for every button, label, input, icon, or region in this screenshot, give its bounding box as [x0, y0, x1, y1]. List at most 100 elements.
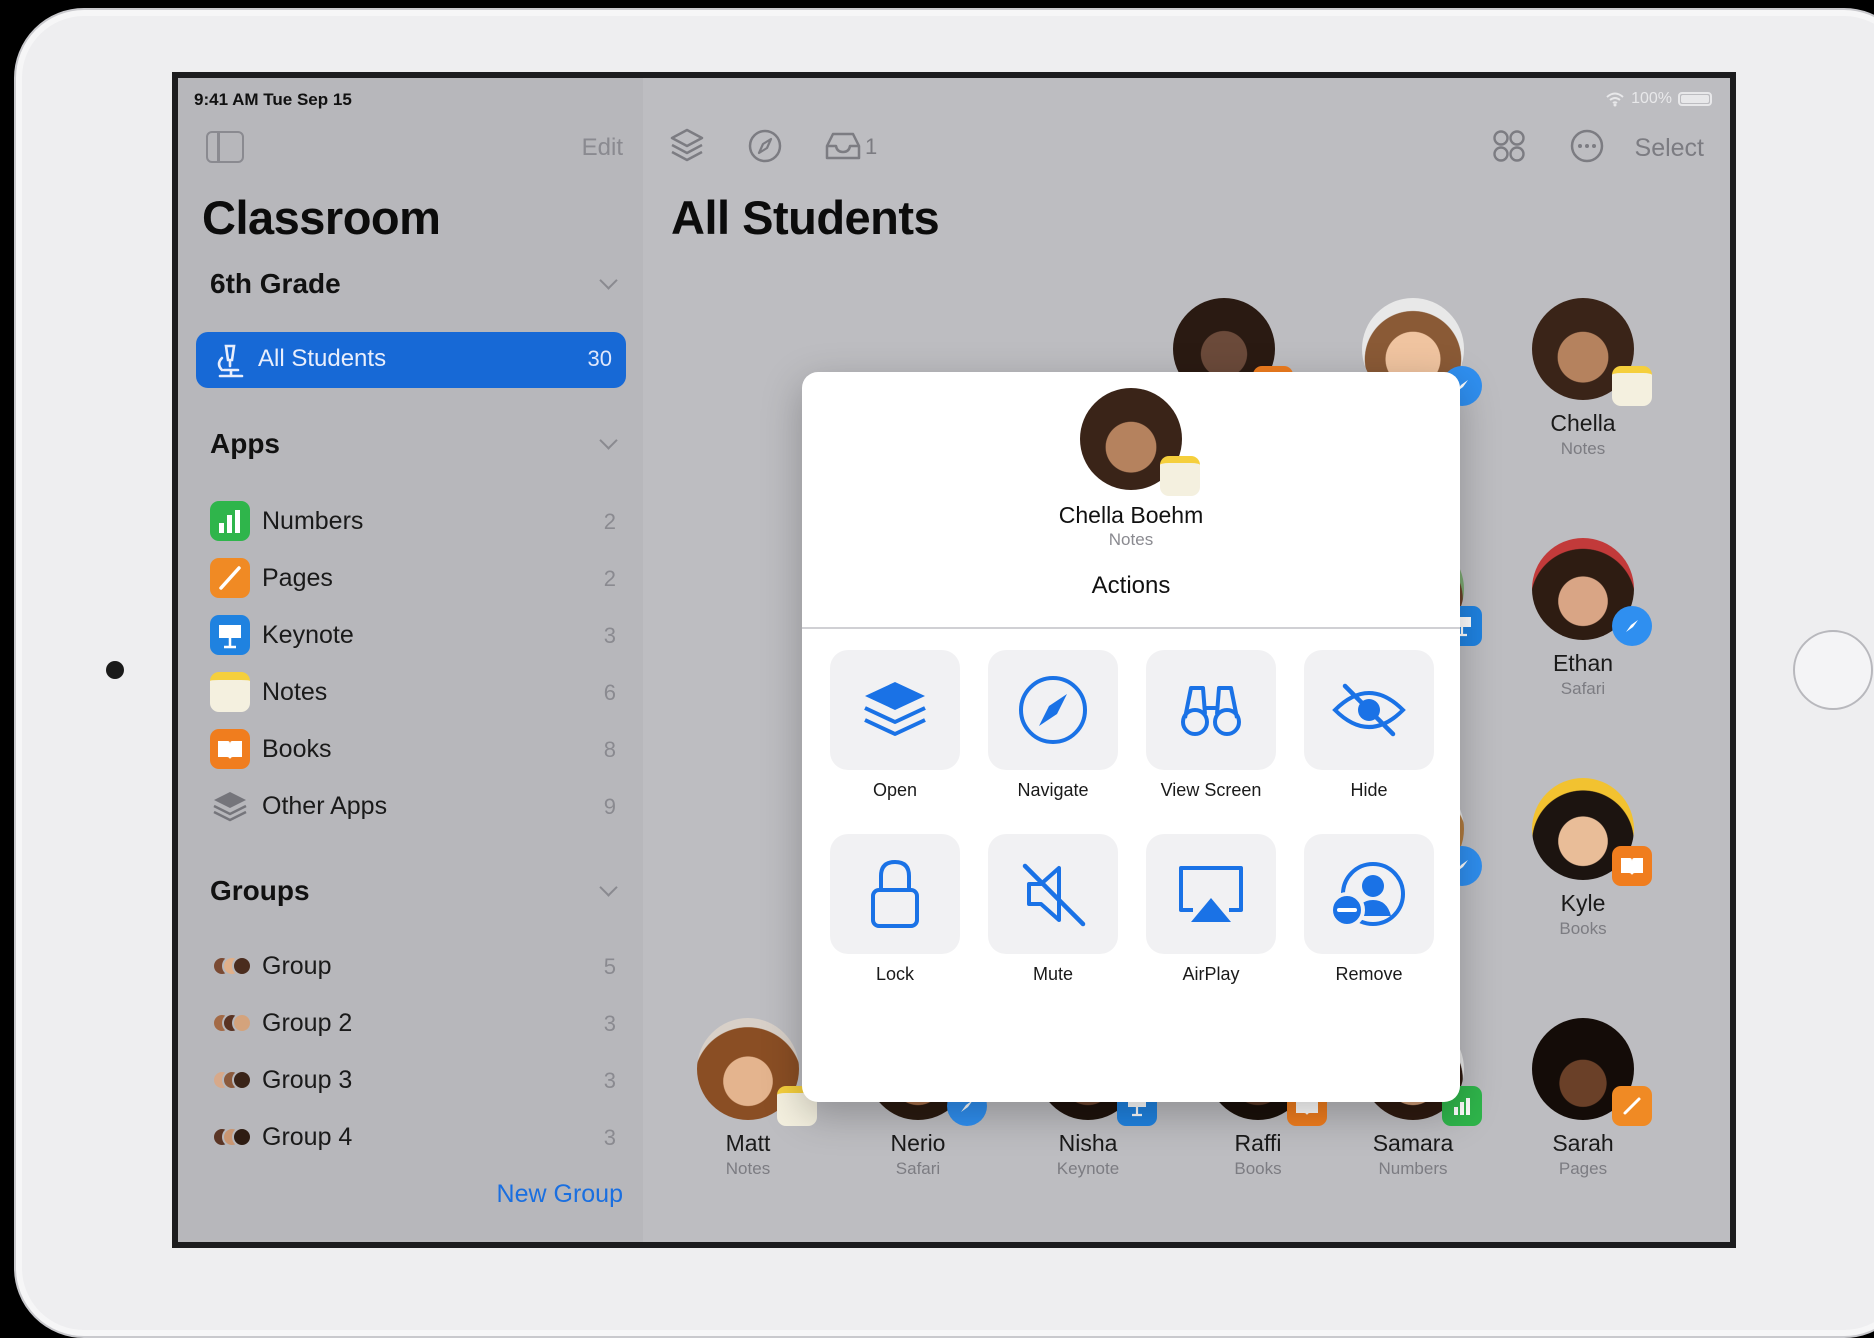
wifi-icon: [1606, 92, 1624, 107]
sidebar-item-label: Pages: [262, 564, 333, 592]
sidebar-item-count: 3: [603, 1125, 616, 1150]
home-button[interactable]: [1793, 630, 1873, 710]
sidebar-item-group-3[interactable]: Group 3 3: [210, 1056, 630, 1104]
mute-button[interactable]: Mute: [988, 834, 1118, 985]
chevron-down-icon[interactable]: [599, 271, 618, 290]
edit-button[interactable]: Edit: [582, 134, 623, 162]
student-tile[interactable]: Kyle Books: [1498, 778, 1668, 939]
status-indicators: 100%: [1605, 90, 1712, 108]
class-section-header[interactable]: 6th Grade: [210, 268, 341, 300]
sidebar-toggle-icon[interactable]: [206, 131, 244, 163]
avatar: [1532, 778, 1652, 886]
inbox-icon[interactable]: [823, 126, 863, 166]
compass-icon[interactable]: [747, 126, 783, 166]
sidebar-item-numbers[interactable]: Numbers 2: [210, 497, 630, 545]
keynote-icon: [210, 615, 250, 655]
student-app: Safari: [1560, 679, 1606, 698]
sidebar-item-pages[interactable]: Pages 2: [210, 554, 630, 602]
avatar: [1532, 1018, 1652, 1126]
sidebar-item-count: 3: [603, 1011, 616, 1036]
sidebar-item-group-4[interactable]: Group 4 3: [210, 1113, 630, 1161]
books-icon: [1612, 846, 1652, 886]
actions-popover: Chella Boehm Notes Actions Open Navigate: [802, 372, 1460, 1102]
sidebar-item-label: Keynote: [262, 621, 354, 649]
student-name: Sarah: [1552, 1130, 1614, 1156]
sidebar-item-group-2[interactable]: Group 2 3: [210, 999, 630, 1047]
student-app: Numbers: [1378, 1159, 1448, 1178]
sidebar-item-keynote[interactable]: Keynote 3: [210, 611, 630, 659]
open-button[interactable]: Open: [830, 650, 960, 801]
student-app: Notes: [1560, 439, 1606, 458]
student-app: Notes: [725, 1159, 771, 1178]
sidebar-item-count: 5: [603, 954, 616, 979]
inbox-count: 1: [865, 134, 878, 159]
notes-icon: [1612, 366, 1652, 406]
avatar: [697, 1018, 817, 1126]
new-group-button[interactable]: New Group: [497, 1180, 623, 1209]
sidebar-item-count: 2: [603, 566, 616, 591]
sidebar-item-notes[interactable]: Notes 6: [210, 668, 630, 716]
sidebar-item-label: Group 2: [262, 1009, 353, 1037]
view-screen-button[interactable]: View Screen: [1146, 650, 1276, 801]
sidebar-item-label: Other Apps: [262, 792, 388, 820]
lock-icon: [871, 859, 919, 928]
student-app: Books: [1234, 1159, 1282, 1178]
layers-icon: [213, 792, 247, 822]
actions-heading: Actions: [1091, 572, 1171, 599]
pages-icon: [210, 558, 250, 598]
airplay-icon: [1179, 866, 1243, 922]
sidebar-item-count: 8: [603, 737, 616, 762]
airplay-button[interactable]: AirPlay: [1146, 834, 1276, 985]
remove-button[interactable]: Remove: [1304, 834, 1434, 985]
avatar: [1080, 388, 1200, 496]
student-name: Kyle: [1560, 890, 1606, 916]
student-tile[interactable]: Ethan Safari: [1498, 538, 1668, 699]
chevron-down-icon[interactable]: [599, 878, 618, 897]
sidebar-item-label: Group: [262, 952, 332, 980]
sidebar-item-all-students[interactable]: All Students 30: [196, 332, 626, 388]
grid-view-icon[interactable]: [1491, 126, 1527, 166]
student-name: Samara: [1372, 1130, 1454, 1156]
action-label: Open: [872, 780, 918, 800]
action-label: Mute: [1032, 964, 1074, 984]
student-app: Safari: [895, 1159, 941, 1178]
group-avatars-icon: [212, 1070, 252, 1092]
divider: [802, 627, 1460, 629]
student-app: Books: [1559, 919, 1607, 938]
student-tile[interactable]: Chella Notes: [1498, 298, 1668, 459]
navigate-button[interactable]: Navigate: [988, 650, 1118, 801]
action-label: View Screen: [1160, 780, 1262, 800]
chevron-down-icon[interactable]: [599, 431, 618, 450]
sidebar-item-other-apps[interactable]: Other Apps 9: [210, 782, 630, 830]
student-name: Nerio: [890, 1130, 946, 1156]
apps-section-header[interactable]: Apps: [210, 428, 280, 460]
pages-icon: [1612, 1086, 1652, 1126]
groups-section-header[interactable]: Groups: [210, 875, 310, 907]
safari-icon: [1612, 606, 1652, 646]
sidebar-item-books[interactable]: Books 8: [210, 725, 630, 773]
more-icon[interactable]: [1569, 126, 1605, 166]
student-tile[interactable]: Sarah Pages: [1498, 1018, 1668, 1179]
select-button[interactable]: Select: [1635, 134, 1704, 163]
action-label: Lock: [875, 964, 915, 984]
sidebar-item-group[interactable]: Group 5: [210, 942, 630, 990]
status-time: 9:41 AM Tue Sep 15: [194, 90, 352, 109]
numbers-icon: [210, 501, 250, 541]
layers-icon[interactable]: [669, 126, 705, 166]
lock-button[interactable]: Lock: [830, 834, 960, 985]
speaker-slash-icon: [1022, 863, 1086, 927]
sidebar-item-label: All Students: [258, 345, 387, 372]
binoculars-icon: [1181, 686, 1241, 736]
student-name: Raffi: [1234, 1130, 1282, 1156]
battery-icon: [1678, 92, 1712, 106]
layers-icon: [864, 682, 926, 736]
eye-slash-icon: [1332, 683, 1406, 737]
ipad-screen: 9:41 AM Tue Sep 15 Edit Classroom 6th Gr…: [172, 72, 1736, 1248]
sidebar-item-label: Group 3: [262, 1066, 353, 1094]
action-label: Remove: [1335, 964, 1403, 984]
sidebar-item-count: 3: [603, 1068, 616, 1093]
notes-icon: [210, 672, 250, 712]
front-camera: [106, 661, 124, 679]
hide-button[interactable]: Hide: [1304, 650, 1434, 801]
sidebar-item-count: 3: [603, 623, 616, 648]
